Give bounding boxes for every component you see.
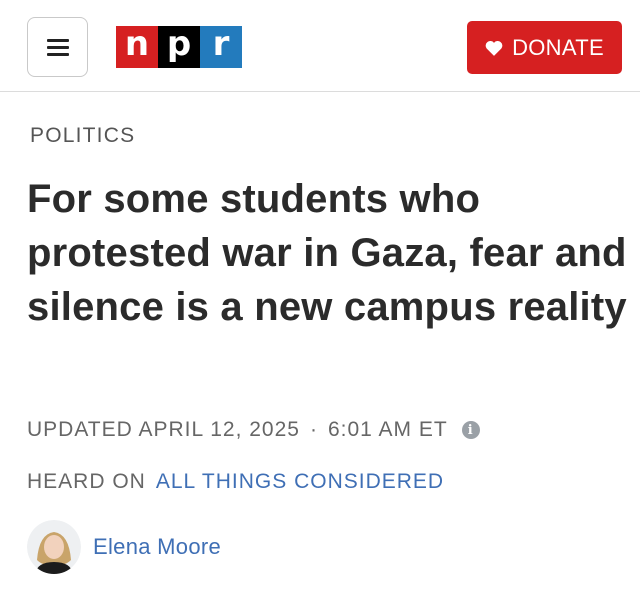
show-link[interactable]: ALL THINGS CONSIDERED: [156, 470, 444, 494]
donate-label: DONATE: [512, 34, 604, 60]
author-byline[interactable]: Elena Moore: [27, 520, 221, 574]
menu-button[interactable]: [27, 17, 88, 77]
logo-letter-p: p: [158, 26, 200, 68]
avatar: [27, 520, 81, 574]
info-icon[interactable]: i: [461, 421, 480, 439]
heart-icon: [485, 40, 503, 56]
hamburger-icon: [46, 39, 69, 56]
donate-button[interactable]: DONATE: [467, 21, 622, 74]
updated-date: UPDATED APRIL 12, 2025: [27, 418, 300, 441]
heard-on-label: HEARD ON: [27, 470, 146, 493]
npr-logo[interactable]: n p r: [116, 26, 242, 68]
heard-on-row: HEARD ON ALL THINGS CONSIDERED: [27, 470, 444, 494]
logo-letter-n: n: [116, 26, 158, 68]
logo-letter-r: r: [200, 26, 242, 68]
site-header: n p r DONATE: [0, 0, 640, 92]
updated-time: 6:01 AM ET: [327, 418, 448, 441]
meta-separator: ·: [309, 418, 318, 441]
updated-row: UPDATED APRIL 12, 2025 · 6:01 AM ET i: [27, 418, 480, 442]
article-headline: For some students who protested war in G…: [27, 177, 627, 329]
author-name: Elena Moore: [93, 534, 222, 559]
section-label[interactable]: POLITICS: [30, 124, 135, 148]
